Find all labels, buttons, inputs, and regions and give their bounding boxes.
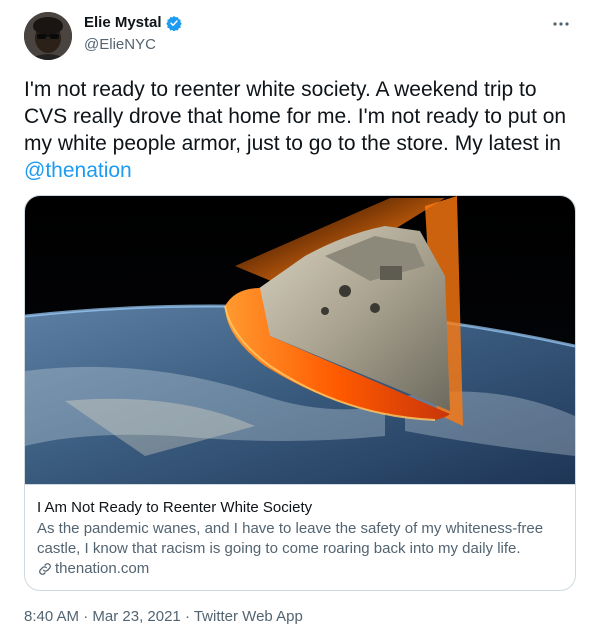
card-title[interactable]: I Am Not Ready to Reenter White Society bbox=[37, 499, 312, 516]
avatar-image bbox=[24, 12, 72, 60]
tweet-time[interactable]: 8:40 AM bbox=[24, 608, 79, 625]
tweet-metadata: 8:40 AM · Mar 23, 2021 · Twitter Web App bbox=[24, 608, 303, 625]
tweet-date[interactable]: Mar 23, 2021 bbox=[92, 608, 180, 625]
link-icon bbox=[39, 562, 51, 575]
tweet-source[interactable]: Twitter Web App bbox=[194, 608, 303, 625]
author-name[interactable]: Elie Mystal bbox=[84, 14, 162, 31]
link-card[interactable]: I Am Not Ready to Reenter White Society … bbox=[24, 195, 576, 591]
tweet-body: I'm not ready to reenter white society. … bbox=[24, 78, 567, 155]
card-domain[interactable]: thenation.com bbox=[37, 560, 149, 577]
avatar[interactable] bbox=[24, 12, 72, 60]
card-divider bbox=[25, 484, 575, 485]
card-description: As the pandemic wanes, and I have to lea… bbox=[37, 520, 544, 557]
meta-separator: · bbox=[79, 608, 93, 625]
card-domain-text: thenation.com bbox=[55, 560, 150, 577]
more-options-icon[interactable] bbox=[549, 12, 573, 36]
author-name-row: Elie Mystal bbox=[84, 14, 182, 31]
card-image bbox=[25, 196, 575, 484]
meta-separator: · bbox=[180, 608, 194, 625]
tweet: Elie Mystal @ElieNYC I'm not ready to re… bbox=[0, 0, 591, 640]
mention-link[interactable]: @thenation bbox=[24, 159, 132, 182]
author-handle[interactable]: @ElieNYC bbox=[84, 36, 156, 53]
tweet-text: I'm not ready to reenter white society. … bbox=[24, 76, 572, 184]
verified-badge-icon bbox=[165, 15, 182, 31]
